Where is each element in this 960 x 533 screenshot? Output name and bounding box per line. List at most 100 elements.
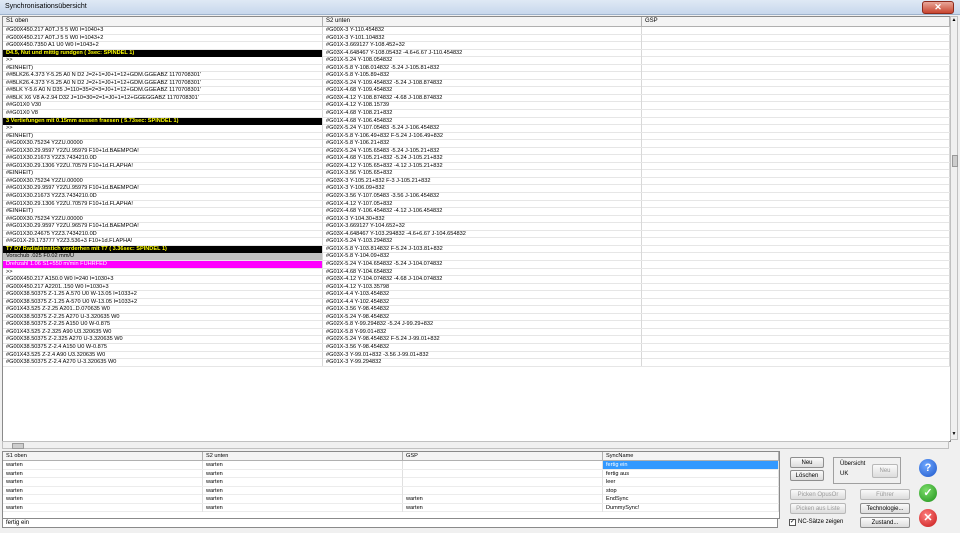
- column-header-s1[interactable]: S1 oben: [3, 17, 323, 26]
- sync-list-row[interactable]: warten warten warten DummySync!: [3, 503, 779, 512]
- cell-s1[interactable]: #G01X43.525 Z-2.4 A90 U3.320635 W0: [3, 351, 323, 359]
- cell-s2[interactable]: #G01X-5.8 Y-105.89+832: [323, 72, 642, 80]
- scroll-up-icon[interactable]: ▲: [951, 17, 957, 25]
- sync-cell-name[interactable]: EndSync: [603, 495, 779, 503]
- cell-s1[interactable]: #G00X450.217 A2201..150 W0 I=1030+3: [3, 283, 323, 291]
- cell-gsp[interactable]: [642, 57, 950, 65]
- cell-s2[interactable]: #G01X-3.56 Y-98.454832: [323, 306, 642, 314]
- sync-col-gsp[interactable]: GSP: [403, 452, 603, 460]
- picken-opus-button[interactable]: Picken OpusOr: [790, 489, 846, 500]
- cell-gsp[interactable]: [642, 238, 950, 246]
- cell-s1[interactable]: #G00X38.50375 Z-1.25 A.570 U0 W-13.05 I=…: [3, 291, 323, 299]
- table-row[interactable]: ##G01X30.21673 Y2Z3.7434210.0D #G02X-3.56…: [3, 193, 950, 201]
- cell-s1[interactable]: #G00X38.50375 Z-2.4 A150 U0 W-0.875: [3, 343, 323, 351]
- cell-s2[interactable]: #G02X-5.8 Y-99.294832 -5.24 J-99.29+832: [323, 321, 642, 329]
- cell-gsp[interactable]: [642, 177, 950, 185]
- cell-gsp[interactable]: [642, 110, 950, 118]
- cancel-x-icon[interactable]: ✕: [919, 509, 937, 527]
- ok-check-icon[interactable]: ✓: [919, 484, 937, 502]
- table-row[interactable]: ##BLK X6 V8 A-2.94 D32 J=10=30=2=1=J0+1=…: [3, 94, 950, 103]
- cell-s2[interactable]: #G03X-4.648467 Y-108.05432 -4.6+6.67 J-1…: [323, 49, 642, 57]
- sync-cell-gsp[interactable]: [403, 461, 603, 469]
- table-row[interactable]: ##G01X30.29.9597 Y2ZU.95979 F10+1d.BAEMP…: [3, 185, 950, 194]
- cell-s2[interactable]: #G03X-5.24 Y-109.454832 -5.24 J-108.8748…: [323, 79, 642, 87]
- cell-s2[interactable]: #G02X-5.24 Y-107.05483 -5.24 J-106.45483…: [323, 125, 642, 133]
- cell-s1[interactable]: #G00X450.217 A150.0 W0 I=240 I=1030+3: [3, 276, 323, 284]
- sync-cell-s1[interactable]: warten: [3, 478, 203, 486]
- table-row[interactable]: ##G01X30.29.9597 Y2ZU.96579 F10+1d.BAEMP…: [3, 223, 950, 231]
- cell-s1[interactable]: ##G00X30.75234 Y2ZU.00000: [3, 215, 323, 223]
- table-row[interactable]: ##G00X30.75234 Y2ZU.00000 #G01X-3 Y-104.3…: [3, 215, 950, 224]
- table-row[interactable]: #EINHEIT) #G01X-3.56 Y-105.65+832: [3, 170, 950, 178]
- cell-s2[interactable]: #G01X-3 Y-99.294832: [323, 359, 642, 367]
- cell-gsp[interactable]: [642, 321, 950, 329]
- cell-s1[interactable]: 3 Vertiefungen mit 0.15mm aussen fraesen…: [3, 117, 323, 125]
- sync-cell-s2[interactable]: warten: [203, 461, 403, 469]
- horizontal-scrollbar[interactable]: [2, 441, 949, 449]
- sync-cell-s2[interactable]: warten: [203, 495, 403, 503]
- cell-s1[interactable]: ##G01X30.21673 Y2Z3.7434210.0D: [3, 155, 323, 163]
- table-row[interactable]: ##BLK26.4.373 Y-5.25 A0 N D2 J=2+1=J0+1=…: [3, 79, 950, 88]
- cell-s1[interactable]: ##G01X30.29.1306 Y2ZU.70579 F10+1d.FLAPH…: [3, 162, 323, 170]
- table-row[interactable]: >> #G01X-4.68 Y-104.654832: [3, 268, 950, 277]
- cell-gsp[interactable]: [642, 94, 950, 102]
- cell-s1[interactable]: >>: [3, 125, 323, 133]
- cell-s1[interactable]: ##G01X0 V8: [3, 110, 323, 118]
- cell-gsp[interactable]: [642, 125, 950, 133]
- cell-s2[interactable]: #G01X-3 Y-106.09+832: [323, 185, 642, 193]
- table-row[interactable]: #G01X43.525 Z-2.4 A90 U3.320635 W0 #G03X-…: [3, 351, 950, 360]
- cell-s1[interactable]: >>: [3, 268, 323, 276]
- table-row[interactable]: #G00X450.7350 A1 U0 W0 I=1043+2 #G01X-3.6…: [3, 42, 950, 50]
- cell-s1[interactable]: #G00X38.50375 Z-2.25 A270 U-3.320635 W0: [3, 313, 323, 321]
- cell-s2[interactable]: #G02X-4.12 Y-105.65+832 -4.12 J-105.21+8…: [323, 162, 642, 170]
- sync-cell-s2[interactable]: warten: [203, 503, 403, 512]
- column-header-gsp[interactable]: GSP: [642, 17, 950, 26]
- horizontal-scroll-thumb[interactable]: [12, 443, 24, 449]
- table-row[interactable]: #G00X38.50375 Z-1.25 A-570 U0 W-13.05 I=…: [3, 298, 950, 307]
- cell-s2[interactable]: #G01X-5.8 Y-99.01+832: [323, 328, 642, 336]
- cell-s1[interactable]: >>: [3, 57, 323, 65]
- zustand-button[interactable]: Zustand...: [860, 517, 910, 528]
- cell-s2[interactable]: #G01X-3.56 Y-105.65+832: [323, 170, 642, 178]
- cell-s1[interactable]: #G00X450.217 A0T.J 5 5 W0 I=1043+2: [3, 34, 323, 42]
- table-row[interactable]: ##G01X30.29.9597 Y2ZU.95979 F10+1d.BAEMP…: [3, 147, 950, 156]
- cell-s2[interactable]: #G01X-5.24 Y-98.454832: [323, 313, 642, 321]
- cell-gsp[interactable]: [642, 313, 950, 321]
- cell-s1[interactable]: ##G01X30.29.1306 Y2ZU.70579 F10+1d.FLAPH…: [3, 200, 323, 208]
- cell-s1[interactable]: Vorschub .025 F0.02 mm/U: [3, 253, 323, 261]
- table-row[interactable]: ##G01X-29.173777 Y2Z3.536+3 F10+1d.FLAPH…: [3, 238, 950, 246]
- nc-saetze-checkbox[interactable]: ✓: [789, 519, 796, 526]
- column-header-s2[interactable]: S2 unten: [323, 17, 642, 26]
- cell-gsp[interactable]: [642, 343, 950, 351]
- cell-s1[interactable]: ##G01X30.24675 Y2Z3.7434210.0D: [3, 230, 323, 238]
- sync-list-row[interactable]: warten warten fertig aus: [3, 469, 779, 478]
- cell-s1[interactable]: ##G01X-29.173777 Y2Z3.536+3 F10+1d.FLAPH…: [3, 238, 323, 246]
- cell-s1[interactable]: #G01X43.525 Z-2.25 A201..D.070635 W0: [3, 306, 323, 314]
- table-row[interactable]: #EINHEIT) #G02X-4.68 Y-106.454832 -4.12 J…: [3, 208, 950, 216]
- table-row[interactable]: #G00X450.217 A0T.J 5 5 W0 I=1040+3 #G00X-…: [3, 27, 950, 35]
- cell-gsp[interactable]: [642, 260, 950, 268]
- cell-s1[interactable]: #G01X43.525 Z-2.325 A90 U3.320635 W0: [3, 328, 323, 336]
- sync-cell-s1[interactable]: warten: [3, 503, 203, 512]
- cell-gsp[interactable]: [642, 276, 950, 284]
- cell-s1[interactable]: #EINHEIT): [3, 208, 323, 216]
- sync-list-row[interactable]: warten warten warten EndSync: [3, 495, 779, 504]
- table-row[interactable]: #G00X38.50375 Z-2.25 A270 U-3.320635 W0 #…: [3, 313, 950, 322]
- sync-cell-s1[interactable]: warten: [3, 495, 203, 503]
- table-row[interactable]: ##G01X30.24675 Y2Z3.7434210.0D #G03X-4.64…: [3, 230, 950, 239]
- cell-gsp[interactable]: [642, 147, 950, 155]
- table-row[interactable]: T7 D7 Radialeinstich vorderhen mit T7 ( …: [3, 245, 950, 254]
- sync-list-row[interactable]: warten warten stop: [3, 486, 779, 495]
- cell-gsp[interactable]: [642, 215, 950, 223]
- sync-cell-name[interactable]: stop: [603, 486, 779, 495]
- cell-s2[interactable]: #G01X-5.24 Y-108.054832: [323, 57, 642, 65]
- sync-cell-name[interactable]: leer: [603, 478, 779, 486]
- cell-gsp[interactable]: [642, 49, 950, 57]
- cell-gsp[interactable]: [642, 268, 950, 276]
- cell-s1[interactable]: #G00X450.7350 A1 U0 W0 I=1043+2: [3, 42, 323, 50]
- cell-s2[interactable]: #G01X-5.8 Y-108.014832 -5.24 J-105.81+83…: [323, 64, 642, 72]
- close-window-button[interactable]: ✕: [922, 1, 954, 14]
- cell-gsp[interactable]: [642, 117, 950, 125]
- table-row[interactable]: #G00X38.50375 Z-2.25 A150 U0 W-0.875 #G02…: [3, 321, 950, 329]
- cell-gsp[interactable]: [642, 79, 950, 87]
